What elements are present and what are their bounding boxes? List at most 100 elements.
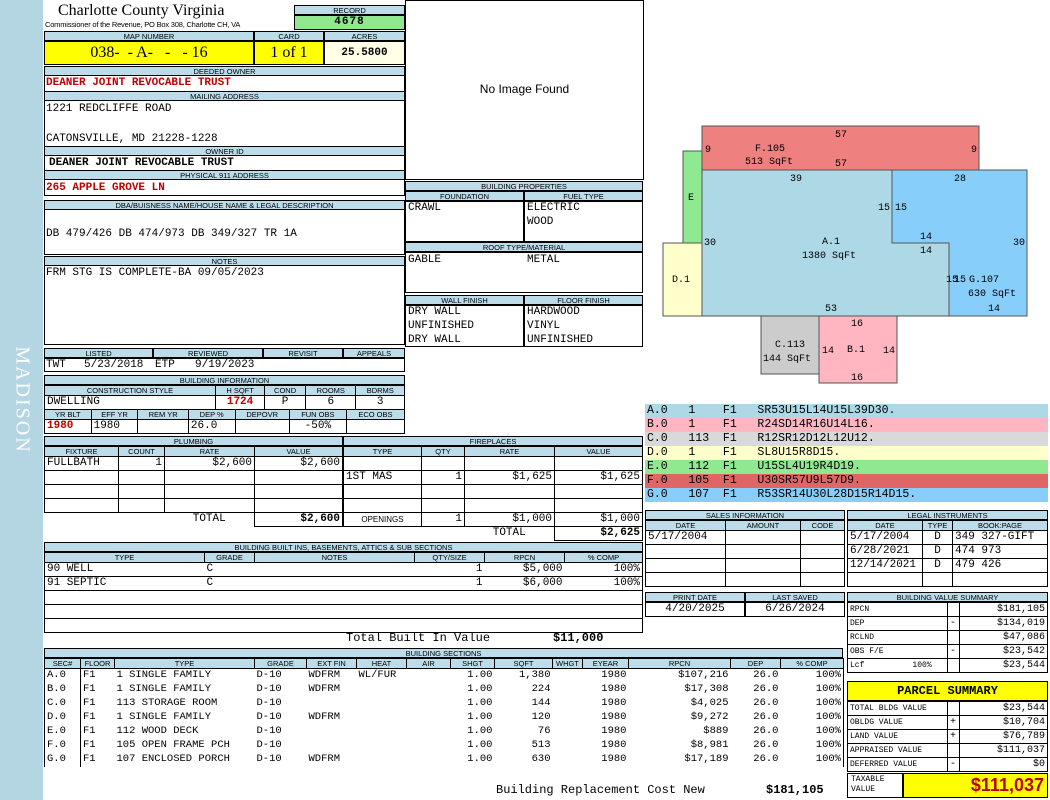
listed-by: TWT: [46, 359, 66, 371]
section-cell: $17,189: [684, 753, 729, 765]
legal-bookpage-header: BOOK:PAGE: [952, 520, 1048, 531]
sketch-dim: 14: [920, 246, 932, 257]
legal-type-header: TYPE: [922, 520, 953, 531]
bedrooms: 3: [355, 395, 405, 410]
builtin-comp-header: % COMP: [564, 552, 643, 563]
legal-date: 6/28/2021: [847, 544, 923, 559]
section-cell: B.0: [44, 682, 81, 697]
plumbing-table: FIXTURE COUNT RATE VALUE FULLBATH 1 $2,600 $2,…: [44, 446, 343, 527]
fireplace-empty-cell: [343, 484, 422, 499]
sections-header-cell: HEAT: [356, 658, 407, 669]
fuel-type-label: FUEL TYPE: [524, 191, 643, 201]
sections-header-cell: SEC#: [44, 658, 81, 669]
parcel-value: $10,704: [959, 715, 1048, 730]
plumbing-empty-cell: [254, 484, 343, 499]
legal-bookpage: 349 327-GIFT: [952, 530, 1048, 545]
section-cell: [407, 711, 451, 725]
no-image-text: No Image Found: [479, 82, 570, 96]
legal-date: 12/14/2021: [847, 558, 923, 573]
parcel-label: APPRAISED VALUE: [847, 743, 948, 758]
sections-header-cell: RPCN: [628, 658, 731, 669]
building-properties-label: BUILDING PROPERTIES: [405, 181, 643, 191]
section-cell: 1.00: [467, 753, 493, 765]
fireplace-empty-cell: [421, 456, 465, 471]
floor-finish-3: UNFINISHED: [527, 334, 594, 346]
section-cell: [407, 669, 451, 683]
physical-address: 265 APPLE GROVE LN: [46, 182, 165, 194]
cond-header: COND: [264, 385, 307, 396]
roof-material: METAL: [527, 254, 561, 266]
construction-style: DWELLING: [44, 395, 216, 410]
vs-sign: [947, 630, 960, 645]
sketch-dim: 30: [704, 238, 716, 249]
mailing-address-line2: CATONSVILLE, MD 21228-1228: [46, 133, 218, 145]
fireplace-blank: [422, 527, 465, 541]
plumbing-total: $2,600: [254, 512, 343, 527]
roof-label: ROOF TYPE/MATERIAL: [405, 242, 643, 252]
sales-amount-header: AMOUNT: [725, 520, 801, 531]
section-cell: D-10: [256, 669, 282, 682]
sales-code: [800, 530, 845, 545]
fireplaces-label: FIREPLACES: [343, 436, 643, 446]
builtin-qty: 1: [414, 576, 485, 591]
sketch-code-a: A.0 1 F1 SR53U15L14U15L39D30.: [645, 404, 1048, 418]
building-info-label: BUILDING INFORMATION: [44, 375, 405, 385]
sections-header-cell: EXT FIN: [306, 658, 357, 669]
sketch-label-d1: D.1: [672, 275, 690, 286]
sketch-code-g: G.0 107 F1 R53SR14U30L28D15R14D15.: [645, 488, 1048, 502]
rooms: 6: [305, 395, 357, 410]
section-cell: 1.00: [467, 669, 493, 682]
floor-finish-2: VINYL: [527, 320, 561, 332]
builtin-notes: [254, 562, 415, 577]
style-header: CONSTRUCTION STYLE: [44, 385, 216, 396]
builtin-notes: [254, 576, 415, 591]
acres-value: 25.5800: [324, 41, 405, 65]
fireplace-empty-cell: [421, 498, 465, 513]
section-cell: 120: [531, 711, 551, 723]
section-cell: F1: [83, 683, 96, 695]
plumbing-fixture: FULLBATH: [44, 456, 119, 471]
taxable-value: $111,037: [903, 773, 1048, 798]
legal-bookpage: 474 973: [952, 544, 1048, 559]
vs-value: $181,105: [959, 602, 1048, 617]
vs-value: $23,544: [959, 658, 1048, 673]
section-cell: 100%: [780, 682, 844, 697]
depovr-header: DEPOVR: [234, 409, 290, 420]
section-cell: 26.0: [753, 697, 779, 709]
section-cell: F1: [83, 725, 96, 737]
section-cell: A.0: [44, 668, 81, 683]
section-cell: 1980: [601, 753, 627, 765]
sales-empty-cell: [800, 544, 845, 559]
sections-header-cell: EYEAR: [582, 658, 629, 669]
parcel-sign: +: [947, 715, 960, 730]
parcel-value: $23,544: [959, 701, 1048, 716]
funobs-header: FUN OBS: [288, 409, 347, 420]
section-cell: 1.00: [467, 697, 493, 709]
section-cell: $889: [703, 725, 729, 737]
section-cell: F1: [83, 753, 96, 765]
fuel-type-2: WOOD: [527, 216, 554, 228]
print-date: 4/20/2025: [645, 602, 745, 617]
plumbing-empty-cell: [44, 498, 119, 513]
section-cell: $8,981: [690, 739, 729, 751]
section-cell: [553, 739, 583, 753]
builtin-type: 91 SEPTIC: [44, 576, 205, 591]
fireplace-empty-cell: [464, 456, 555, 471]
sales-label: SALES INFORMATION: [645, 510, 845, 520]
section-cell: $9,272: [690, 711, 729, 723]
reviewed-by: ETP: [155, 359, 175, 371]
sketch-code-f: F.0 105 F1 U30SR57U9L57D9.: [645, 474, 1048, 488]
wall-finish-1: DRY WALL: [408, 306, 461, 318]
builtin-rpcn: $5,000: [484, 562, 565, 577]
section-cell: D.0: [44, 710, 81, 725]
card-number: 1 of 1: [254, 41, 324, 65]
parcel-sign: [947, 701, 960, 716]
last-saved-label: LAST SAVED: [745, 592, 845, 602]
builtin-rpcn-header: RPCN: [484, 552, 565, 563]
section-cell: 26.0: [753, 683, 779, 695]
legal-instruments-table: DATE TYPE BOOK:PAGE 5/17/2004 D 349 327-GIFT…: [847, 520, 1048, 587]
section-cell: 1 SINGLE FAMILY: [116, 711, 212, 723]
builtins-total: $11,000: [553, 632, 604, 645]
section-row: B.0 F1 1 SINGLE FAMILY D-10 WDFRM 1.00 224 1980…: [44, 682, 844, 697]
sketch-label-c113: C.113: [775, 340, 805, 351]
